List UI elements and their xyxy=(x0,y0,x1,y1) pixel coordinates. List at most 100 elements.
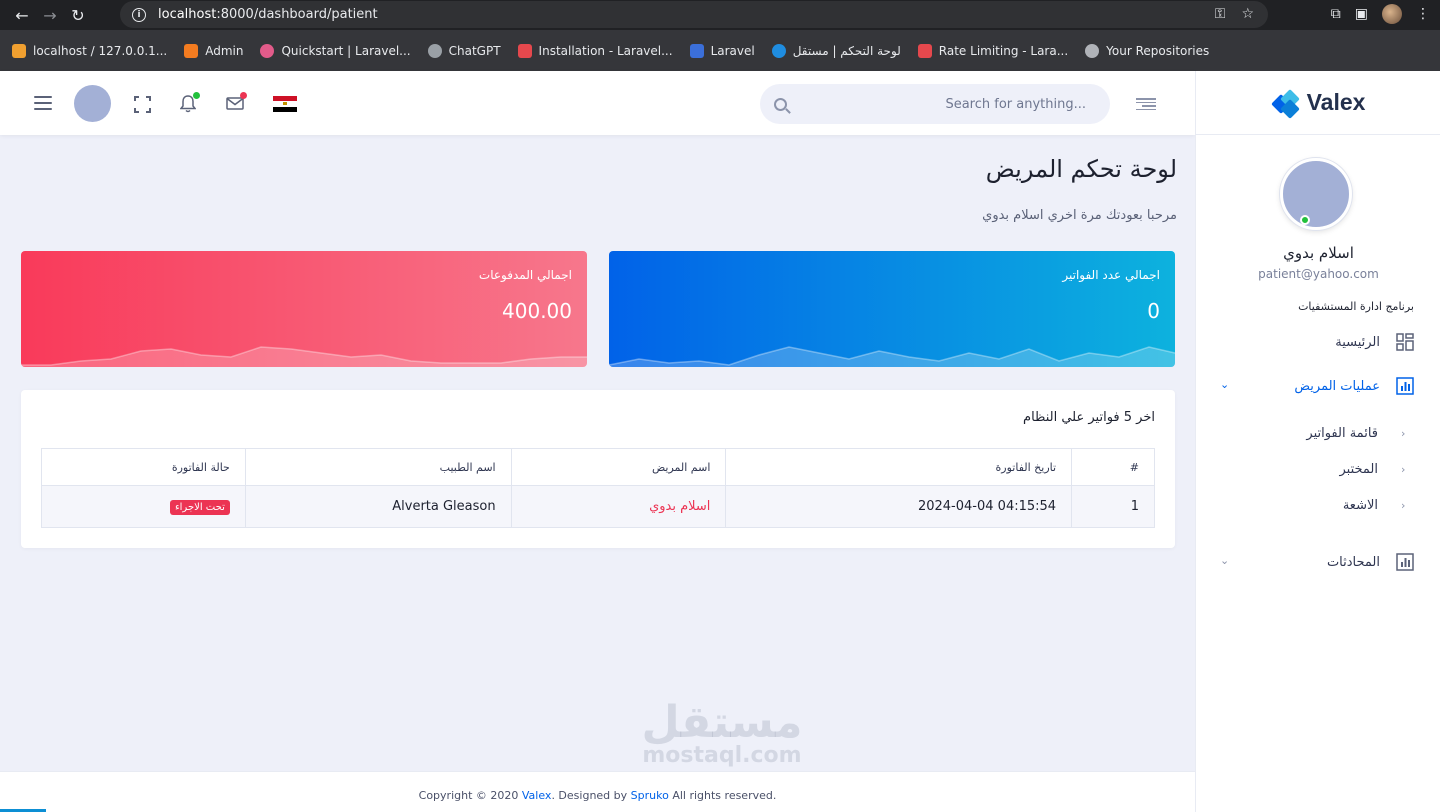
url-path: :8000/dashboard/patient xyxy=(216,7,378,22)
watermark-line-2: mostaql.com xyxy=(642,743,802,768)
site-info-icon[interactable]: i xyxy=(132,7,146,22)
app-root: Search for anything... Valex اسلام بدوي … xyxy=(0,71,1440,812)
sidebar: Valex اسلام بدوي patient@yahoo.com برنام… xyxy=(1195,71,1440,812)
column-header: تاريخ الفاتورة xyxy=(725,448,1073,486)
search-input[interactable]: Search for anything... xyxy=(945,97,1086,112)
invoices-card: اخر 5 فواتير علي النظام # تاريخ الفاتورة… xyxy=(21,390,1175,548)
bookmark-item[interactable]: Installation - Laravel... xyxy=(517,43,673,58)
bookmark-favicon-icon xyxy=(12,43,26,58)
card-value: 0 xyxy=(1147,299,1160,323)
url-host: localhost xyxy=(158,7,217,22)
sidebar-subitem-lab[interactable]: المختبر xyxy=(1340,462,1379,477)
bookmark-label: لوحة التحكم | مستقل xyxy=(792,43,901,58)
column-header: # xyxy=(1071,448,1155,486)
reload-icon[interactable]: ↻ xyxy=(64,1,92,29)
align-right-icon[interactable] xyxy=(1136,98,1156,110)
bookmark-favicon-icon xyxy=(184,43,199,58)
forward-icon[interactable]: → xyxy=(36,1,64,29)
top-header: Search for anything... xyxy=(0,71,1195,135)
bookmark-item[interactable]: Rate Limiting - Lara... xyxy=(917,43,1069,58)
table-row: 1 04:15:54 2024-04-04 اسلام بدوي Alverta… xyxy=(41,485,1155,528)
invoices-title: اخر 5 فواتير علي النظام xyxy=(1023,410,1155,425)
table-header-row: # تاريخ الفاتورة اسم المريض اسم الطبيب ح… xyxy=(41,448,1155,486)
online-status-dot xyxy=(1300,215,1310,225)
search-icon[interactable] xyxy=(774,97,787,111)
bell-icon[interactable] xyxy=(179,92,200,113)
sidepanel-icon[interactable]: ▣ xyxy=(1355,6,1368,22)
footer-prefix: Copyright © 2020 xyxy=(418,789,522,802)
bookmark-label: Admin xyxy=(205,43,244,58)
watermark-line-1: مستقل xyxy=(641,697,803,748)
footer-suffix: All rights reserved. xyxy=(668,789,777,802)
bookmark-label: Installation - Laravel... xyxy=(538,43,673,58)
sidebar-item-home[interactable]: الرئيسية xyxy=(1335,333,1414,351)
sidebar-subitem-invoices[interactable]: قائمة الفواتير xyxy=(1306,426,1378,441)
bookmark-label: ChatGPT xyxy=(448,43,501,58)
valex-logo-icon xyxy=(1270,88,1301,119)
bookmark-label: Rate Limiting - Lara... xyxy=(938,43,1069,58)
egypt-flag-icon[interactable] xyxy=(273,96,297,112)
card-total-invoices: اجمالي عدد الفواتير 0 xyxy=(609,251,1175,367)
footer-text: Copyright © 2020 Valex. Designed by Spru… xyxy=(0,789,1195,802)
sidebar-item-patient-ops[interactable]: عمليات المريض xyxy=(1294,377,1414,395)
footer-designer-link[interactable]: Spruko xyxy=(631,789,669,802)
bookmark-label: Quickstart | Laravel... xyxy=(281,43,411,58)
mail-icon[interactable] xyxy=(226,92,247,110)
extensions-icon[interactable]: ⧉ xyxy=(1331,6,1341,22)
bookmark-item[interactable]: localhost / 127.0.0.1... xyxy=(12,43,167,58)
menu-dots-icon[interactable]: ⋮ xyxy=(1416,6,1430,22)
page-subtitle: مرحبا بعودتك مرة اخري اسلام بدوي xyxy=(982,208,1177,223)
search-box[interactable]: Search for anything... xyxy=(760,84,1110,124)
sidebar-avatar[interactable] xyxy=(1280,158,1352,230)
bookmark-favicon-icon xyxy=(689,43,704,58)
column-header: اسم المريض xyxy=(510,448,727,486)
notification-dot xyxy=(193,92,200,99)
back-icon[interactable]: ← xyxy=(8,1,36,29)
bookmark-label: Laravel xyxy=(710,43,755,58)
bar-chart-icon xyxy=(1396,377,1414,395)
bookmark-item[interactable]: Quickstart | Laravel... xyxy=(260,43,411,58)
hamburger-icon[interactable] xyxy=(34,96,52,110)
fullscreen-icon[interactable] xyxy=(134,96,151,113)
status-badge: تحت الاجراء xyxy=(169,499,230,515)
footer-middle: . Designed by xyxy=(551,789,631,802)
chevron-right-icon: › xyxy=(1401,427,1406,440)
bookmark-label: Your Repositories xyxy=(1106,43,1210,58)
footer-brand-link[interactable]: Valex xyxy=(522,789,552,802)
bookmark-favicon-icon xyxy=(427,43,442,58)
profile-name: اسلام بدوي xyxy=(1283,244,1354,262)
bookmark-favicon-icon xyxy=(517,43,532,58)
sparkline-decoration xyxy=(21,346,587,367)
footer: Copyright © 2020 Valex. Designed by Spru… xyxy=(0,771,1195,812)
bookmark-favicon-icon xyxy=(771,43,786,58)
profile-email: patient@yahoo.com xyxy=(1258,267,1379,281)
cell-doctor: Alverta Gleason xyxy=(244,485,512,528)
key-icon[interactable]: ⚿ xyxy=(1215,6,1226,22)
grid-icon xyxy=(1396,333,1414,351)
browser-toolbar: ← → ↻ i localhost:8000/dashboard/patient… xyxy=(0,0,1440,30)
bookmark-item[interactable]: Laravel xyxy=(689,43,755,58)
bookmark-item[interactable]: Your Repositories xyxy=(1085,43,1210,58)
user-avatar[interactable] xyxy=(74,85,111,122)
sidebar-item-chats[interactable]: المحادثات xyxy=(1327,553,1414,571)
brand-logo[interactable]: Valex xyxy=(1196,71,1440,135)
bookmarks-bar: localhost / 127.0.0.1... Admin Quickstar… xyxy=(0,30,1440,71)
bookmark-item[interactable]: Admin xyxy=(184,43,244,58)
chevron-down-icon[interactable]: ⌄ xyxy=(1220,378,1229,391)
bookmark-item[interactable]: لوحة التحكم | مستقل xyxy=(771,43,901,58)
sidebar-subitem-radiology[interactable]: الاشعة xyxy=(1343,498,1378,513)
address-bar[interactable]: i localhost:8000/dashboard/patient ⚿ ☆ xyxy=(120,1,1268,28)
bookmark-favicon-icon xyxy=(917,43,932,58)
browser-profile-avatar[interactable] xyxy=(1382,4,1402,24)
bookmark-item[interactable]: ChatGPT xyxy=(427,43,501,58)
page-title: لوحة تحكم المريض xyxy=(985,155,1177,183)
sidebar-section-title: برنامج ادارة المستشفيات xyxy=(1298,300,1414,313)
cell-num: 1 xyxy=(1071,485,1155,528)
star-icon[interactable]: ☆ xyxy=(1241,6,1254,22)
chevron-down-icon[interactable]: ⌄ xyxy=(1220,554,1229,567)
chevron-right-icon: › xyxy=(1401,499,1406,512)
mail-dot xyxy=(240,92,247,99)
card-total-payments: اجمالي المدفوعات 400.00 xyxy=(21,251,587,367)
chevron-right-icon: › xyxy=(1401,463,1406,476)
cell-date: 04:15:54 2024-04-04 xyxy=(725,485,1073,528)
